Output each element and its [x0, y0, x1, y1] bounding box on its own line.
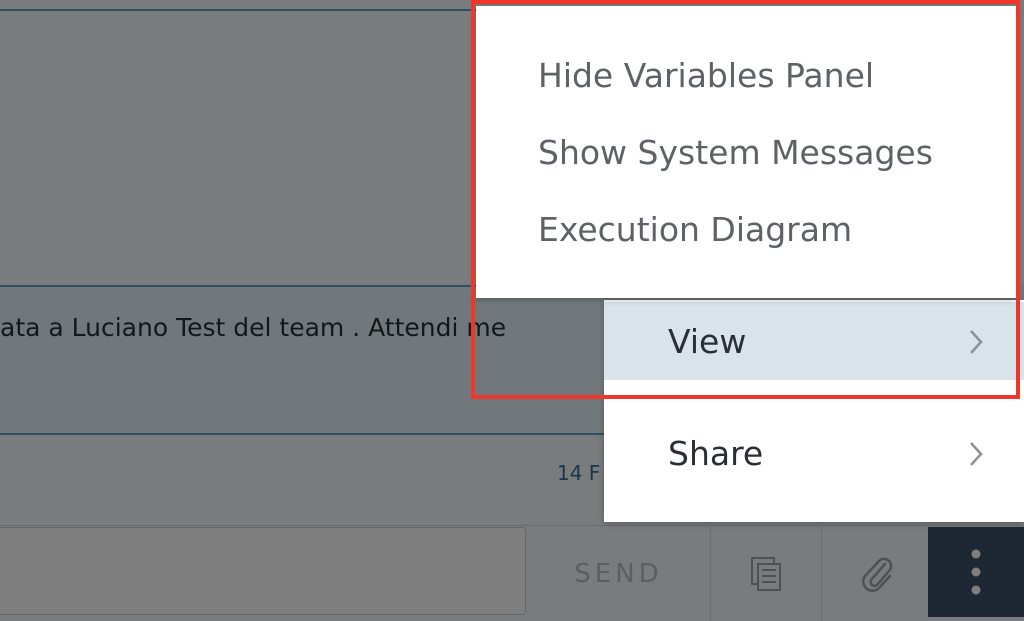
menu-item-share[interactable]: Share [604, 414, 1024, 492]
options-menu: View Share [604, 300, 1024, 522]
submenu-item-hide-variables-panel[interactable]: Hide Variables Panel [538, 56, 874, 95]
menu-item-view[interactable]: View [604, 302, 1024, 380]
view-submenu: Hide Variables Panel Show System Message… [476, 6, 1016, 298]
menu-item-label: View [668, 321, 747, 361]
chevron-right-icon [970, 442, 983, 466]
submenu-item-show-system-messages[interactable]: Show System Messages [538, 133, 933, 172]
chevron-right-icon [970, 330, 983, 354]
menu-item-label: Share [668, 433, 764, 473]
submenu-item-execution-diagram[interactable]: Execution Diagram [538, 210, 852, 249]
